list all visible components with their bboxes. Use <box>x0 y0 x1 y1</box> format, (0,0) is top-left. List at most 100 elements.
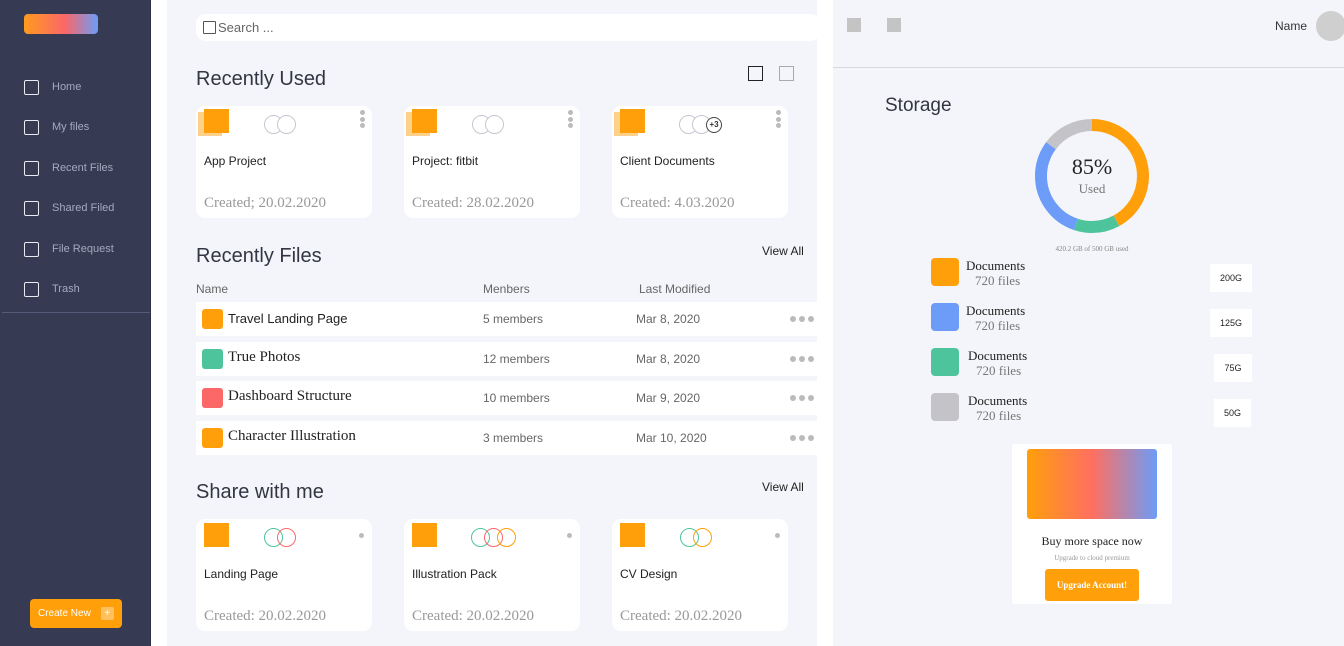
search-input[interactable] <box>218 20 778 35</box>
storage-category-name: Documents <box>968 348 1028 363</box>
avatar[interactable] <box>1316 11 1344 41</box>
file-color-icon <box>202 349 223 369</box>
sidebar-item-home[interactable]: Home <box>24 77 81 97</box>
file-color-icon <box>202 309 223 329</box>
file-name: Dashboard Structure <box>228 388 352 404</box>
file-row[interactable]: True Photos 12 members Mar 8, 2020 <box>196 342 820 376</box>
folder-name: Client Documents <box>620 154 715 168</box>
storage-percent: 85% <box>1071 154 1113 179</box>
more-options-icon[interactable] <box>775 533 780 538</box>
sidebar-item-trash[interactable]: Trash <box>24 279 80 299</box>
more-options-icon[interactable] <box>359 110 365 128</box>
recent-folder-card[interactable]: +3 Client Documents Created: 4.03.2020 <box>612 106 788 218</box>
shared-folder-card[interactable]: Landing Page Created: 20.02.2020 <box>196 519 372 631</box>
sidebar-item-recent-files[interactable]: Recent Files <box>24 158 113 178</box>
file-last-modified: Mar 9, 2020 <box>636 391 701 405</box>
folder-name: Project: fitbit <box>412 154 479 168</box>
file-row[interactable]: Character Illustration 3 members Mar 10,… <box>196 421 820 455</box>
folder-icon <box>204 109 229 133</box>
search-icon <box>203 21 216 34</box>
create-new-button[interactable]: Create New + <box>30 599 122 628</box>
avatar <box>485 115 504 134</box>
file-row[interactable]: Dashboard Structure 10 members Mar 9, 20… <box>196 381 820 415</box>
storage-category-name: Documents <box>966 258 1026 273</box>
share-with-me-view-all-link[interactable]: View All <box>762 480 804 494</box>
more-options-icon[interactable] <box>567 533 572 538</box>
create-new-label: Create New <box>38 608 91 619</box>
share-icon <box>24 200 39 216</box>
app-logo[interactable] <box>24 14 98 34</box>
main-content: Recently Used App Project Created; 20.02… <box>151 0 820 646</box>
shared-folder-card[interactable]: CV Design Created: 20.02.2020 <box>612 519 788 631</box>
member-avatars <box>264 528 296 547</box>
folder-name: Illustration Pack <box>412 567 497 581</box>
column-header-members: Menbers <box>483 282 530 296</box>
avatar <box>277 528 296 547</box>
member-avatars <box>680 528 712 547</box>
member-avatars <box>471 528 516 547</box>
grid-view-toggle[interactable] <box>748 66 763 81</box>
sidebar-item-shared-files[interactable]: Shared Filed <box>24 198 114 218</box>
sidebar-item-my-files[interactable]: My files <box>24 117 89 137</box>
file-row[interactable]: Travel Landing Page 5 members Mar 8, 202… <box>196 302 820 336</box>
notification-icon[interactable] <box>847 18 861 32</box>
request-icon <box>24 241 39 257</box>
share-with-me-title: Share with me <box>196 481 324 503</box>
file-last-modified: Mar 10, 2020 <box>636 431 707 445</box>
storage-category-size: 50G <box>1214 399 1251 427</box>
folder-icon <box>620 109 645 133</box>
member-avatars: +3 <box>679 115 722 134</box>
sidebar-item-label: Home <box>52 81 82 93</box>
folder-name: CV Design <box>620 567 678 581</box>
folder-created-date: Created: 4.03.2020 <box>620 195 735 211</box>
sidebar-item-label: Recent Files <box>52 162 114 174</box>
more-options-icon[interactable] <box>359 533 364 538</box>
storage-category-count: 720 files <box>976 408 1022 423</box>
folder-name: Landing Page <box>204 567 279 581</box>
documents-icon <box>931 393 959 421</box>
search-bar[interactable] <box>196 14 820 41</box>
list-view-toggle[interactable] <box>779 66 794 81</box>
upgrade-account-button[interactable]: Upgrade Account! <box>1045 569 1139 601</box>
more-options-icon[interactable] <box>790 316 814 322</box>
recent-folder-card[interactable]: App Project Created; 20.02.2020 <box>196 106 372 218</box>
sidebar-item-file-request[interactable]: File Request <box>24 239 114 259</box>
storage-category-size: 200G <box>1210 264 1252 292</box>
more-options-icon[interactable] <box>790 356 814 362</box>
file-last-modified: Mar 8, 2020 <box>636 312 701 326</box>
folder-created-date: Created: 20.02.2020 <box>204 608 327 624</box>
avatar <box>693 528 712 547</box>
avatar <box>497 528 516 547</box>
file-members: 10 members <box>483 391 550 405</box>
more-members-badge: +3 <box>706 116 722 133</box>
storage-category-size: 75G <box>1214 354 1252 382</box>
plus-icon: + <box>100 607 114 620</box>
folder-created-date: Created; 20.02.2020 <box>204 195 327 211</box>
more-options-icon[interactable] <box>567 110 573 128</box>
more-options-icon[interactable] <box>790 435 814 441</box>
folder-name: App Project <box>204 154 267 168</box>
folder-created-date: Created: 20.02.2020 <box>412 608 535 624</box>
settings-icon[interactable] <box>887 18 901 32</box>
storage-category-count: 720 files <box>975 273 1021 288</box>
recent-files-title: Recently Files <box>196 245 322 267</box>
recently-used-title: Recently Used <box>196 68 327 90</box>
storage-usage-note: 420.2 GB of 500 GB used <box>1055 245 1129 253</box>
recent-files-view-all-link[interactable]: View All <box>762 244 804 258</box>
storage-panel: Name Storage 85% Used 420.2 GB of 500 GB… <box>833 0 1344 646</box>
storage-category-count: 720 files <box>975 318 1021 333</box>
user-name[interactable]: Name <box>1275 19 1307 33</box>
file-color-icon <box>202 388 223 408</box>
more-options-icon[interactable] <box>775 110 781 128</box>
column-header-last-modified: Last Modified <box>639 282 711 296</box>
more-options-icon[interactable] <box>790 395 814 401</box>
sidebar-item-label: Shared Filed <box>52 202 115 214</box>
folder-icon <box>620 523 645 547</box>
file-last-modified: Mar 8, 2020 <box>636 352 701 366</box>
promo-illustration <box>1027 449 1157 519</box>
shared-folder-card[interactable]: Illustration Pack Created: 20.02.2020 <box>404 519 580 631</box>
file-members: 5 members <box>483 312 544 326</box>
recent-folder-card[interactable]: Project: fitbit Created: 28.02.2020 <box>404 106 580 218</box>
sidebar-item-label: Trash <box>52 283 80 295</box>
header-divider <box>833 67 1344 68</box>
